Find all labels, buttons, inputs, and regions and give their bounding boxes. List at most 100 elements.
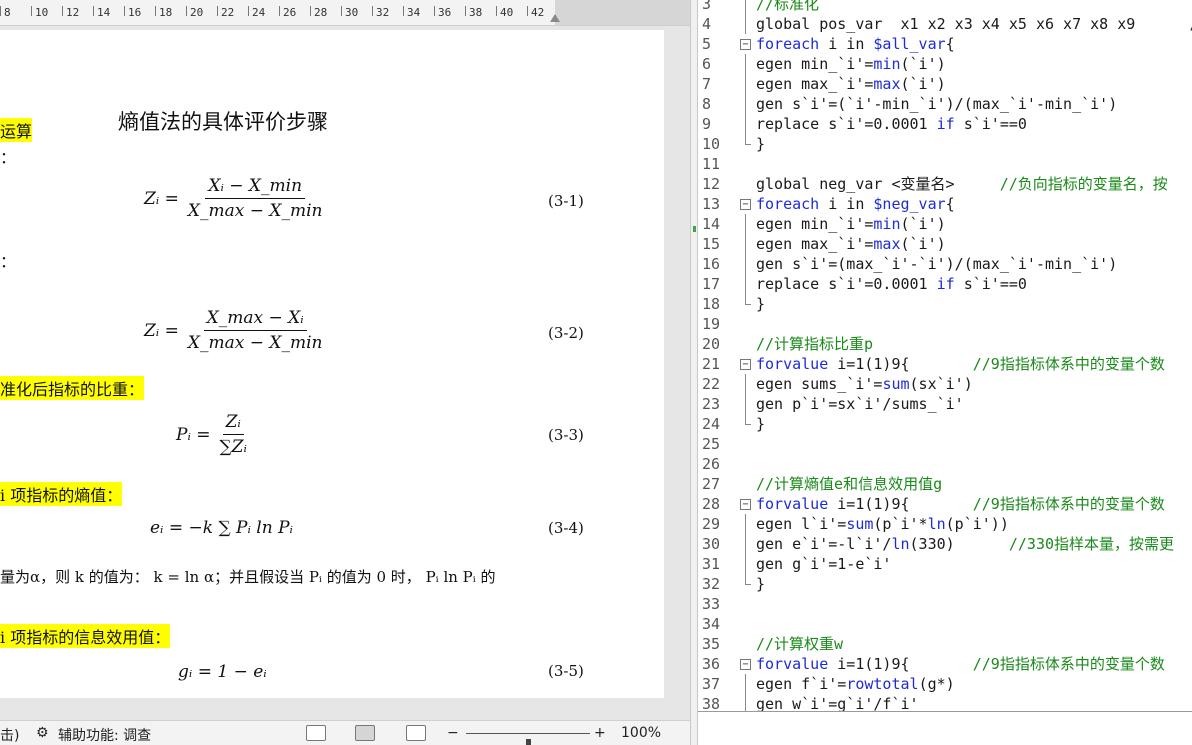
- code-line[interactable]: 14 egen min_`i'=min(`i'): [698, 214, 1192, 234]
- code-token: i=1(1)9{: [828, 655, 973, 673]
- code-comment: //330指样本量，按需更: [1008, 535, 1175, 553]
- ruler-label: 22: [221, 6, 235, 19]
- code-line[interactable]: 13 − foreach i in $neg_var{: [698, 194, 1192, 214]
- code-text: gen g`i'=1-e`i': [756, 554, 891, 574]
- code-keyword: forvalue: [756, 355, 829, 373]
- code-text: gen s`i'=(`i'-min_`i')/(max_`i'-min_`i'): [756, 94, 1117, 114]
- zoom-slider-thumb[interactable]: [526, 739, 531, 745]
- code-line[interactable]: 7 egen max_`i'=max(`i'): [698, 74, 1192, 94]
- code-line[interactable]: 37 egen f`i'=rowtotal(g*): [698, 674, 1192, 694]
- fold-guide: [745, 674, 746, 694]
- code-line[interactable]: 34: [698, 614, 1192, 634]
- read-mode-icon[interactable]: [306, 725, 326, 741]
- code-line[interactable]: 25: [698, 434, 1192, 454]
- code-line[interactable]: 38 gen w`i'=g`i'/f`i': [698, 694, 1192, 711]
- fold-guide: [745, 214, 746, 234]
- fold-toggle-icon[interactable]: −: [740, 39, 751, 50]
- code-line[interactable]: 19: [698, 314, 1192, 334]
- fold-toggle-icon[interactable]: −: [740, 659, 751, 670]
- accessibility-status[interactable]: 辅助功能: 调查: [58, 725, 151, 745]
- document-page[interactable]: 熵值法的具体评价步骤 运算 ： Zᵢ = Xᵢ − X_min X_max − …: [0, 30, 664, 698]
- equation-3-2: Zᵢ = X_max − Xᵢ X_max − X_min: [144, 308, 326, 353]
- code-token: egen max_`i'=: [756, 75, 874, 93]
- ruler-tick: [279, 6, 280, 16]
- code-line[interactable]: 28 − forvalue i=1(1)9{ //9指指标体系中的变量个数: [698, 494, 1192, 514]
- ruler-tick: [434, 6, 435, 16]
- code-line[interactable]: 9 replace s`i'=0.0001 if s`i'==0: [698, 114, 1192, 134]
- accessibility-icon[interactable]: ⚙: [36, 725, 49, 741]
- fold-guide: [745, 254, 746, 274]
- code-token: gen s`i'=(max_`i'-`i')/(max_`i'-min_`i'): [756, 255, 1118, 273]
- code-line[interactable]: 18}: [698, 294, 1192, 314]
- horizontal-ruler[interactable]: 810121416182022242628303234363840424446: [0, 0, 690, 26]
- line-number: 17: [702, 275, 721, 293]
- ruler-label: 28: [314, 6, 328, 19]
- code-line[interactable]: 15 egen max_`i'=max(`i'): [698, 234, 1192, 254]
- line-number: 21: [702, 355, 721, 373]
- code-line[interactable]: 22 egen sums_`i'=sum(sx`i'): [698, 374, 1192, 394]
- code-keyword: $all_var: [873, 35, 946, 53]
- code-line[interactable]: 5 − foreach i in $all_var{: [698, 34, 1192, 54]
- code-comment: //计算权重w: [756, 635, 844, 653]
- code-line[interactable]: 29 egen l`i'=sum(p`i'*ln(p`i')): [698, 514, 1192, 534]
- code-token: s`i'==0: [954, 115, 1027, 133]
- code-line[interactable]: 3 //标准化: [698, 0, 1192, 14]
- ruler-label: 18: [159, 6, 173, 19]
- fold-toggle-icon[interactable]: −: [740, 499, 751, 510]
- zoom-level[interactable]: 100%: [621, 725, 661, 741]
- code-token: (p`i')): [945, 515, 1009, 533]
- line-number: 8: [702, 95, 712, 113]
- code-text: }: [756, 294, 765, 314]
- code-line[interactable]: 35 //计算权重w: [698, 634, 1192, 654]
- code-keyword: max: [873, 75, 901, 93]
- line-number: 23: [702, 395, 721, 413]
- code-line[interactable]: 4 global pos_var x1 x2 x3 x4 x5 x6 x7 x8 …: [698, 14, 1192, 34]
- code-line[interactable]: 11: [698, 154, 1192, 174]
- code-editor[interactable]: 3 //标准化 4 global pos_var x1 x2 x3 x4 x5 x6 …: [698, 0, 1192, 712]
- code-token: egen l`i'=: [756, 515, 847, 533]
- line-number: 34: [702, 615, 721, 633]
- code-line[interactable]: 30 gen e`i'=-l`i'/ln(330) //330指样本量，按需更: [698, 534, 1192, 554]
- zoom-in-button[interactable]: +: [594, 725, 606, 741]
- code-line[interactable]: 17 replace s`i'=0.0001 if s`i'==0: [698, 274, 1192, 294]
- code-line[interactable]: 23 gen p`i'=sx`i'/sums_`i': [698, 394, 1192, 414]
- code-line[interactable]: 20 //计算指标比重p: [698, 334, 1192, 354]
- text-entropy-value: i 项指标的熵值：: [0, 482, 123, 506]
- code-line[interactable]: 24}: [698, 414, 1192, 434]
- fold-end-guide: [745, 574, 751, 585]
- print-layout-icon[interactable]: [355, 725, 375, 741]
- fold-toggle-icon[interactable]: −: [740, 359, 751, 370]
- fold-toggle-icon[interactable]: −: [740, 199, 751, 210]
- ruler-label: 14: [97, 6, 111, 19]
- code-token: {: [945, 195, 955, 213]
- ruler-tick: [93, 6, 94, 16]
- code-line[interactable]: 21 − forvalue i=1(1)9{ //9指指标体系中的变量个数: [698, 354, 1192, 374]
- zoom-out-button[interactable]: −: [447, 725, 459, 741]
- code-line[interactable]: 10}: [698, 134, 1192, 154]
- ruler-label: 38: [469, 6, 483, 19]
- code-token: i=1(1)9{: [828, 355, 973, 373]
- code-line[interactable]: 27 //计算熵值e和信息效用值g: [698, 474, 1192, 494]
- code-line[interactable]: 16 gen s`i'=(max_`i'-`i')/(max_`i'-min_`i…: [698, 254, 1192, 274]
- code-line[interactable]: 6 egen min_`i'=min(`i'): [698, 54, 1192, 74]
- web-layout-icon[interactable]: [406, 725, 426, 741]
- code-line[interactable]: 8 gen s`i'=(`i'-min_`i')/(max_`i'-min_`i'…: [698, 94, 1192, 114]
- right-indent-marker[interactable]: [550, 14, 560, 22]
- code-line[interactable]: 26: [698, 454, 1192, 474]
- ruler-label: 8: [4, 6, 11, 19]
- code-line[interactable]: 33: [698, 594, 1192, 614]
- code-keyword: forvalue: [756, 495, 829, 513]
- zoom-slider[interactable]: [466, 733, 590, 745]
- line-number: 37: [702, 675, 721, 693]
- fold-guide: [745, 274, 746, 294]
- equation-3-1: Zᵢ = Xᵢ − X_min X_max − X_min: [144, 176, 326, 221]
- equation-denominator: X_max − X_min: [187, 333, 323, 353]
- code-text: gen e`i'=-l`i'/ln(330) //330指样本量，按需更: [756, 534, 1174, 554]
- code-line[interactable]: 36 − forvalue i=1(1)9{ //9指指标体系中的变量个数: [698, 654, 1192, 674]
- window-divider[interactable]: [690, 0, 698, 745]
- code-line[interactable]: 31 gen g`i'=1-e`i': [698, 554, 1192, 574]
- ruler-tick: [217, 6, 218, 16]
- code-line[interactable]: 32}: [698, 574, 1192, 594]
- code-line[interactable]: 12 global neg_var <变量名> //负向指标的变量名，按: [698, 174, 1192, 194]
- text-normalized-weight: 准化后指标的比重：: [0, 376, 145, 400]
